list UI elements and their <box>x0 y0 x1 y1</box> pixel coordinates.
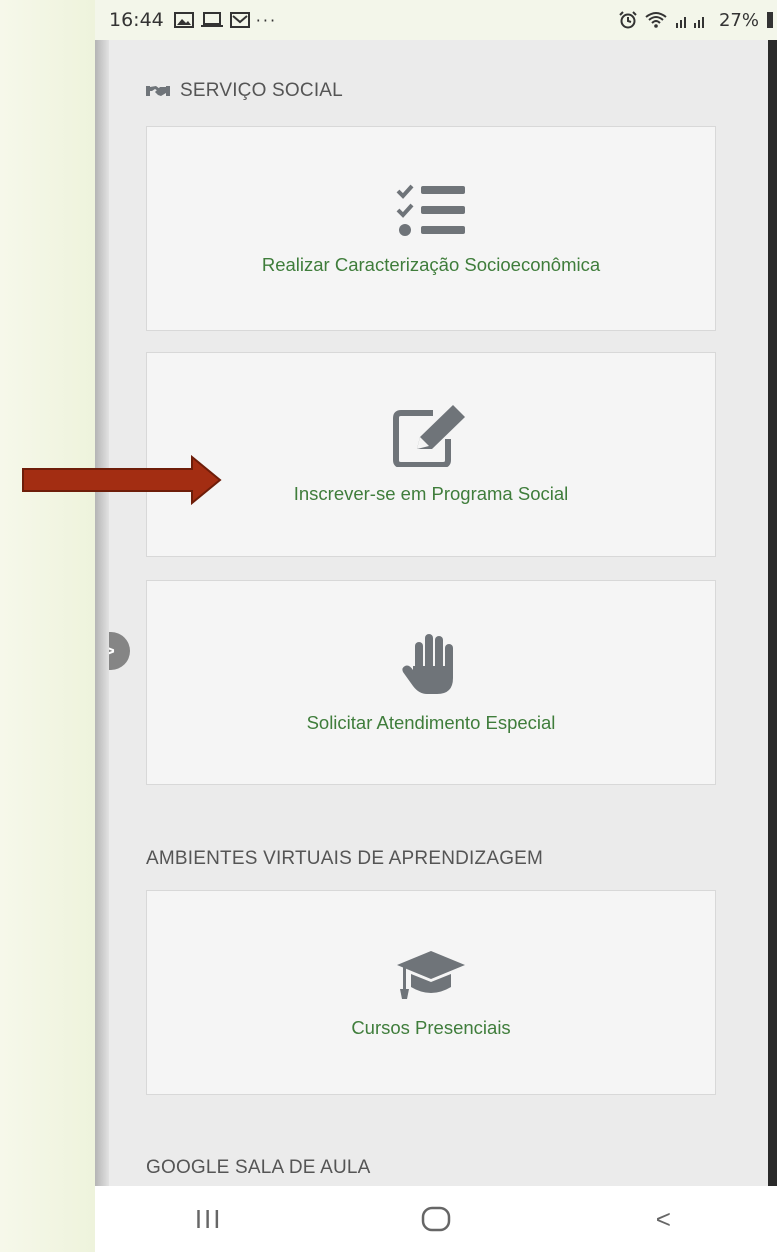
drawer-shadow <box>95 40 109 1186</box>
alarm-icon <box>619 11 637 29</box>
section-title-servico-social: SERVIÇO SOCIAL <box>146 80 343 102</box>
section-title-text: AMBIENTES VIRTUAIS DE APRENDIZAGEM <box>146 848 544 869</box>
signal-icon <box>675 17 704 28</box>
card-label: Cursos Presenciais <box>351 1016 511 1038</box>
scrollbar-edge <box>768 40 777 1186</box>
card-label: Solicitar Atendimento Especial <box>306 711 556 733</box>
annotation-arrow <box>22 455 222 505</box>
status-time: 16:44 <box>109 9 164 31</box>
graduation-cap-icon <box>397 950 465 999</box>
card-atendimento-especial[interactable]: Solicitar Atendimento Especial <box>146 580 716 785</box>
wifi-icon <box>645 12 667 28</box>
home-icon <box>421 1206 451 1232</box>
mail-icon <box>229 12 250 28</box>
checklist-icon <box>396 184 465 236</box>
android-navigation-bar: III < <box>95 1186 777 1252</box>
handshake-icon <box>146 86 170 96</box>
card-label: Realizar Caracterização Socioeconômica <box>261 253 601 275</box>
recent-apps-button[interactable]: III <box>169 1194 249 1244</box>
section-title-google-sala-de-aula: GOOGLE SALA DE AULA <box>146 1157 371 1179</box>
gallery-icon <box>173 12 194 28</box>
card-caracterizacao-socioeconomica[interactable]: Realizar Caracterização Socioeconômica <box>146 126 716 331</box>
card-cursos-presenciais[interactable]: Cursos Presenciais <box>146 890 716 1095</box>
card-inscrever-programa-social[interactable]: Inscrever-se em Programa Social <box>146 352 716 557</box>
edit-icon <box>393 404 465 467</box>
card-label: Inscrever-se em Programa Social <box>293 482 569 504</box>
recent-apps-icon: III <box>194 1203 223 1234</box>
hand-icon <box>402 633 453 694</box>
section-title-ambientes-virtuais: AMBIENTES VIRTUAIS DE APRENDIZAGEM <box>146 848 543 870</box>
home-button[interactable] <box>396 1194 476 1244</box>
laptop-icon <box>200 12 223 27</box>
status-right: 27% <box>619 10 773 31</box>
more-notifications: ··· <box>255 10 278 30</box>
back-button[interactable]: < <box>623 1194 703 1244</box>
back-icon: < <box>655 1203 671 1234</box>
main-content[interactable]: SERVIÇO SOCIAL Realizar Caracterização S… <box>95 40 768 1186</box>
notification-icons <box>173 12 250 28</box>
section-title-text: GOOGLE SALA DE AULA <box>146 1157 371 1178</box>
battery-icon <box>767 12 773 28</box>
section-title-text: SERVIÇO SOCIAL <box>180 80 343 101</box>
battery-level: 27% <box>718 9 759 31</box>
phone-screen: 16:44 ··· 27% SERVIÇO SOCIAL Realizar Ca… <box>95 0 777 1252</box>
status-bar: 16:44 ··· 27% <box>95 0 777 40</box>
